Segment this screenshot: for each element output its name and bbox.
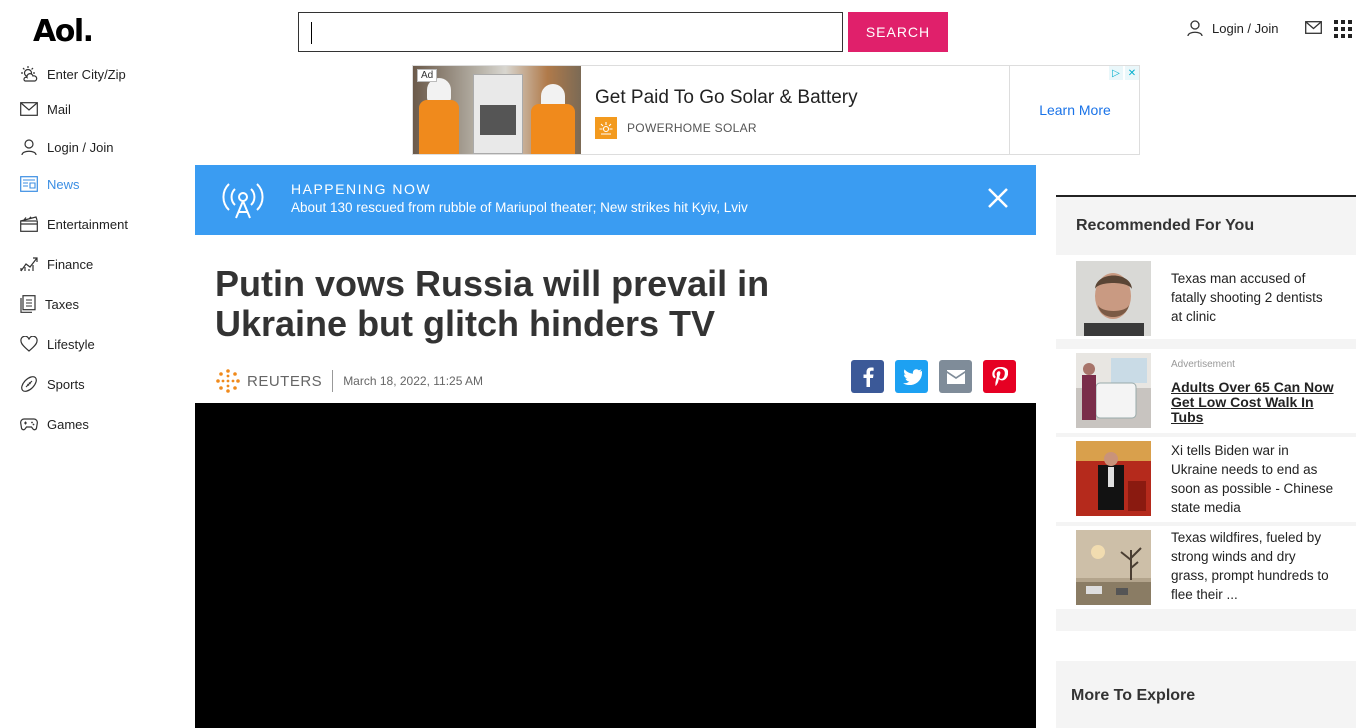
rec-ad-title[interactable]: Adults Over 65 Can Now Get Low Cost Walk… [1171,380,1336,425]
sidebar-item-finance[interactable]: Finance [20,244,190,284]
share-pinterest-button[interactable] [983,360,1016,393]
aol-logo[interactable]: Aol. [33,14,94,49]
byline-separator [332,370,334,392]
rec-thumbnail[interactable] [1076,530,1151,605]
ad-tag: Ad [417,69,438,82]
user-icon [1187,20,1203,37]
mail-icon[interactable] [1305,21,1322,34]
rec-title[interactable]: Texas man accused of fatally shooting 2 … [1171,269,1336,326]
share-bar [851,360,1016,393]
share-facebook-button[interactable] [851,360,884,393]
user-icon [21,139,37,156]
chart-icon [20,257,38,272]
clapper-icon [20,216,38,232]
rec-thumbnail[interactable] [1076,441,1151,516]
sidebar-item-label: Finance [47,256,94,272]
happening-now-banner[interactable]: HAPPENING NOW About 130 rescued from rub… [195,165,1036,235]
rail-title: Recommended For You [1076,217,1255,234]
sidebar-item-label: News [47,176,80,192]
email-icon [946,369,965,384]
twitter-icon [902,368,922,385]
explore-title: More To Explore [1071,687,1196,704]
sun-icon [595,117,617,139]
sidebar-item-lifestyle[interactable]: Lifestyle [20,324,190,364]
rec-ad-label: Advertisement [1171,359,1235,370]
pinterest-icon [991,366,1008,386]
apps-grid-icon[interactable] [1334,20,1352,38]
search-input[interactable] [298,12,843,52]
ad-close-icon[interactable]: ✕ [1125,66,1139,80]
sidebar-item-label: Enter City/Zip [47,66,126,82]
header-login-label: Login / Join [1212,20,1279,36]
sidebar-item-label: Mail [47,101,71,117]
sidebar-nav: Enter City/Zip Mail Login / Join News En… [20,60,190,444]
sidebar-item-mail[interactable]: Mail [20,88,190,130]
rec-thumbnail[interactable] [1076,261,1151,336]
rec-item-ad[interactable]: Advertisement Adults Over 65 Can Now Get… [1056,349,1356,433]
sidebar-item-entertainment[interactable]: Entertainment [20,204,190,244]
sidebar-item-news[interactable]: News [20,164,190,204]
football-icon [21,376,37,392]
sidebar-item-label: Lifestyle [47,336,95,352]
article-date: March 18, 2022, 11:25 AM [343,374,484,388]
text-caret [311,22,312,44]
ad-choices-icon[interactable]: ▷ [1109,66,1123,80]
sidebar-item-label: Taxes [45,296,79,312]
rec-thumbnail[interactable] [1076,353,1151,428]
sidebar-item-weather[interactable]: Enter City/Zip [20,60,190,88]
news-icon [20,176,38,192]
happening-now-label: HAPPENING NOW [291,181,432,197]
rec-item[interactable]: Texas man accused of fatally shooting 2 … [1056,255,1356,339]
source-logo[interactable]: REUTERS [215,368,322,394]
rec-item[interactable]: Texas wildfires, fueled by strong winds … [1056,526,1356,609]
ad-banner[interactable]: Ad Get Paid To Go Solar & Battery POWERH… [412,65,1140,155]
facebook-icon [863,367,874,387]
ad-title[interactable]: Get Paid To Go Solar & Battery [595,87,858,109]
recommended-rail: Recommended For You Texas man accused of… [1056,195,1356,631]
heart-icon [20,336,38,352]
sidebar-item-login[interactable]: Login / Join [20,130,190,164]
share-email-button[interactable] [939,360,972,393]
rec-title[interactable]: Xi tells Biden war in Ukraine needs to e… [1171,441,1336,517]
close-icon[interactable] [987,187,1009,209]
more-to-explore: More To Explore [1056,661,1356,728]
ad-image[interactable]: Ad [413,66,581,154]
ad-brand: POWERHOME SOLAR [627,121,757,135]
article-headline: Putin vows Russia will prevail in Ukrain… [215,263,770,344]
sidebar-item-sports[interactable]: Sports [20,364,190,404]
weather-icon [21,66,38,82]
share-twitter-button[interactable] [895,360,928,393]
sidebar-item-label: Entertainment [47,216,128,232]
header-login-link[interactable]: Login / Join [1186,19,1279,37]
video-player[interactable] [195,403,1036,728]
document-icon [20,295,36,313]
source-name: REUTERS [247,372,323,390]
rec-item[interactable]: Xi tells Biden war in Ukraine needs to e… [1056,437,1356,522]
sidebar-item-label: Login / Join [47,139,114,155]
sidebar-item-taxes[interactable]: Taxes [20,284,190,324]
article-byline: REUTERS March 18, 2022, 11:25 AM [215,366,483,396]
reuters-logo-icon [216,369,240,393]
gamepad-icon [20,418,38,431]
sidebar-item-label: Games [47,416,89,432]
rec-title[interactable]: Texas wildfires, fueled by strong winds … [1171,528,1336,604]
search-button[interactable]: SEARCH [848,12,948,52]
sidebar-item-label: Sports [47,376,85,392]
mail-icon [20,102,38,116]
broadcast-icon [222,183,264,219]
sidebar-item-games[interactable]: Games [20,404,190,444]
happening-now-text[interactable]: About 130 rescued from rubble of Mariupo… [291,200,748,215]
